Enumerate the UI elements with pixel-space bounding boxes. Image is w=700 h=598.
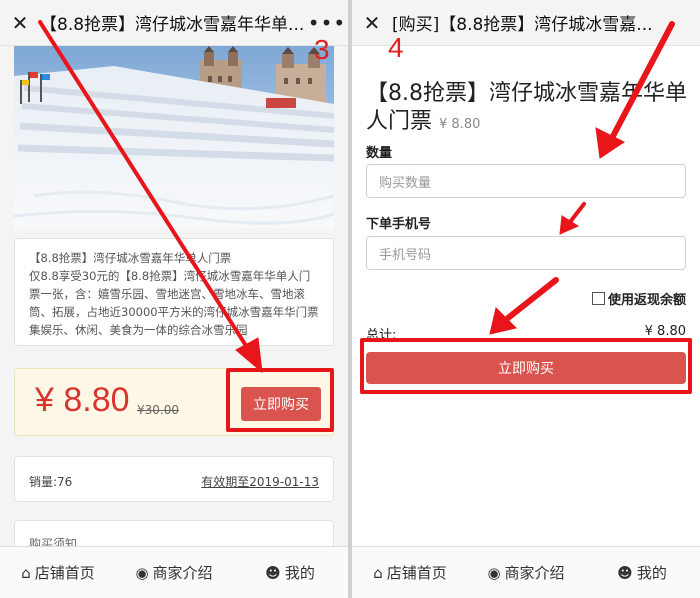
expiry-link[interactable]: 有效期至2019-01-13 [201, 473, 319, 490]
tab-label: 我的 [636, 564, 667, 582]
tab-mine[interactable]: ☻ 我的 [232, 547, 348, 598]
close-icon[interactable]: ✕ [0, 11, 40, 35]
phone-label: 下单手机号 [366, 217, 432, 232]
product-page: ✕ 【8.8抢票】湾仔城冰雪嘉年华单... ••• 【8.8抢票】湾仔城冰雪嘉年… [0, 0, 348, 598]
product-name: 【8.8抢票】湾仔城冰雪嘉年华单人门票 [366, 81, 687, 134]
total-row: 总计: ¥ 8.80 [366, 324, 686, 343]
step-number: 3 [314, 34, 330, 65]
description-line: 筒、拓展，占地近30000平方米的湾仔城冰雪嘉年华门票 [29, 305, 319, 319]
buy-now-button[interactable]: 立即购买 [241, 387, 321, 421]
tab-label: 店铺首页 [386, 564, 447, 582]
description-line: 集娱乐、休闲、美食为一体的综合冰雪乐园 [29, 323, 248, 337]
rebate-label: 使用返现余额 [607, 293, 686, 308]
tab-label: 商家介绍 [152, 564, 213, 582]
tab-label: 店铺首页 [34, 564, 95, 582]
quantity-input[interactable]: 购买数量 [366, 164, 686, 198]
phone-input[interactable]: 手机号码 [366, 236, 686, 270]
product-description: 【8.8抢票】湾仔城冰雪嘉年华单人门票 仅8.8享受30元的【8.8抢票】湾仔城… [14, 238, 334, 346]
user-icon: ☻ [265, 563, 281, 582]
home-icon: ⌂ [373, 563, 383, 582]
total-value: ¥ 8.80 [644, 324, 686, 339]
price-box: ¥ 8.80 ¥30.00 立即购买 [14, 368, 334, 436]
tab-merchant-intro[interactable]: ◉ 商家介绍 [468, 547, 584, 598]
quantity-label: 数量 [366, 146, 393, 161]
title-bar: ✕ [购买]【8.8抢票】湾仔城冰雪嘉... [352, 0, 700, 46]
tab-merchant-intro[interactable]: ◉ 商家介绍 [116, 547, 232, 598]
home-icon: ⌂ [21, 563, 31, 582]
title-bar: ✕ 【8.8抢票】湾仔城冰雪嘉年华单... ••• [0, 0, 348, 46]
more-icon[interactable]: ••• [306, 11, 348, 35]
product-price: ¥ 8.80 [439, 117, 481, 132]
rebate-checkbox[interactable] [591, 292, 605, 305]
total-label: 总计: [366, 328, 397, 343]
original-price: ¥30.00 [137, 403, 179, 417]
purchase-page: ✕ [购买]【8.8抢票】湾仔城冰雪嘉... 4 【8.8抢票】湾仔城冰雪嘉年华… [352, 0, 700, 598]
eye-icon: ◉ [135, 563, 149, 582]
buy-now-button[interactable]: 立即购买 [366, 352, 686, 384]
bottom-tab-bar: ⌂ 店铺首页 ◉ 商家介绍 ☻ 我的 [0, 546, 348, 598]
bottom-tab-bar: ⌂ 店铺首页 ◉ 商家介绍 ☻ 我的 [352, 546, 700, 598]
description-line: 仅8.8享受30元的【8.8抢票】湾仔城冰雪嘉年华单人门 [29, 269, 311, 283]
page-title: 【8.8抢票】湾仔城冰雪嘉年华单... [40, 15, 305, 35]
sales-count: 销量:76 [29, 475, 73, 489]
page-title: [购买]【8.8抢票】湾仔城冰雪嘉... [392, 15, 653, 35]
tab-store-home[interactable]: ⌂ 店铺首页 [352, 547, 468, 598]
tab-store-home[interactable]: ⌂ 店铺首页 [0, 547, 116, 598]
close-icon[interactable]: ✕ [352, 11, 392, 35]
step-number: 4 [388, 32, 404, 63]
eye-icon: ◉ [487, 563, 501, 582]
tab-label: 我的 [284, 564, 315, 582]
product-title: 【8.8抢票】湾仔城冰雪嘉年华单人门票 ¥ 8.80 [366, 80, 688, 139]
description-line: 票一张，含：嬉雪乐园、雪地迷宫、雪地冰车、雪地滚 [29, 287, 305, 301]
description-line: 【8.8抢票】湾仔城冰雪嘉年华单人门票 [29, 251, 232, 265]
user-icon: ☻ [617, 563, 633, 582]
tab-label: 商家介绍 [504, 564, 565, 582]
product-photo [14, 46, 334, 228]
sales-info: 销量:76 有效期至2019-01-13 [14, 456, 334, 502]
rebate-option[interactable]: 使用返现余额 [591, 289, 686, 308]
tab-mine[interactable]: ☻ 我的 [584, 547, 700, 598]
current-price: ¥ 8.80 [35, 381, 130, 419]
screenshot-stage: ✕ 【8.8抢票】湾仔城冰雪嘉年华单... ••• 【8.8抢票】湾仔城冰雪嘉年… [0, 0, 700, 598]
